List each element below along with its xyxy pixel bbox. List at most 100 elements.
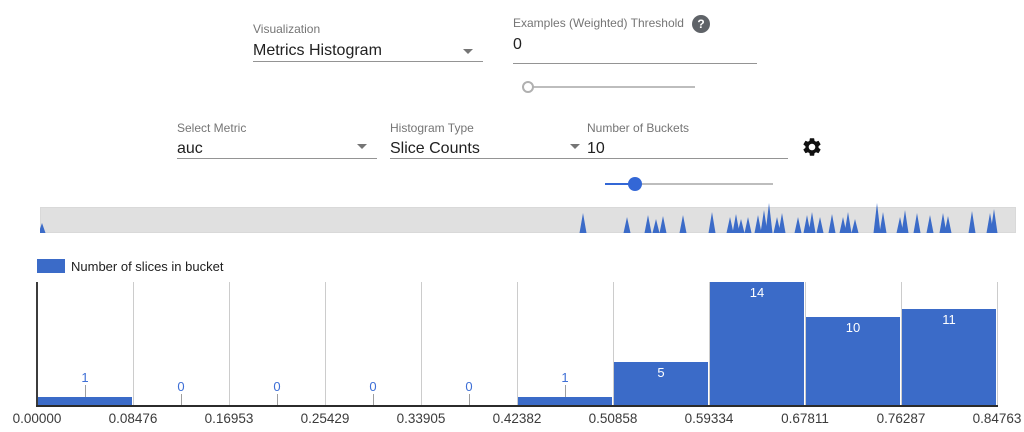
overview-spike — [680, 215, 687, 233]
annotation-stem — [373, 394, 374, 406]
overview-spike — [709, 212, 716, 233]
slider-knob[interactable] — [628, 177, 642, 191]
histogram-bar[interactable] — [902, 309, 996, 406]
annotation-stem — [565, 385, 566, 397]
x-axis-tick-label: 0.42382 — [469, 411, 565, 426]
bar-value-label: 0 — [161, 379, 201, 394]
histogram-bar[interactable] — [614, 362, 708, 406]
num-buckets-label: Number of Buckets — [587, 121, 788, 135]
gridline — [133, 282, 134, 406]
gridline — [421, 282, 422, 406]
overview-spike — [766, 203, 773, 233]
chevron-down-icon[interactable] — [357, 144, 367, 149]
overview-spike — [645, 215, 652, 233]
histogram-bar[interactable] — [710, 282, 804, 406]
gear-icon — [801, 136, 823, 158]
bar-value-label: 1 — [545, 370, 585, 385]
histogram-bar[interactable] — [38, 397, 132, 406]
annotation-stem — [277, 394, 278, 406]
y-axis-line — [36, 282, 38, 406]
overview-spike — [852, 219, 859, 233]
chart-legend: Number of slices in bucket — [37, 258, 223, 274]
gridline — [229, 282, 230, 406]
field-underline — [587, 158, 788, 159]
overview-spike — [914, 213, 921, 233]
x-axis-tick-label: 0.67811 — [757, 411, 853, 426]
overview-spike — [653, 219, 660, 233]
overview-spike — [945, 216, 952, 233]
threshold-field: Examples (Weighted) Threshold — [513, 16, 757, 30]
histogram-bar[interactable] — [518, 397, 612, 406]
overview-spike — [795, 217, 802, 233]
visualization-label: Visualization — [253, 22, 483, 36]
num-buckets-field: Number of Buckets — [587, 119, 788, 135]
slider-knob[interactable] — [522, 81, 534, 93]
select-metric-label: Select Metric — [177, 121, 377, 135]
overview-spikes — [40, 200, 1016, 234]
overview-spike — [755, 215, 762, 233]
overview-spike — [624, 217, 631, 233]
histogram-bar[interactable] — [806, 317, 900, 406]
overview-spike — [580, 213, 587, 233]
overview-spike — [809, 212, 816, 233]
overview-spike — [817, 217, 824, 233]
x-axis-tick-label: 0.33905 — [373, 411, 469, 426]
overview-spike — [845, 212, 852, 233]
annotation-stem — [469, 394, 470, 406]
overview-spike — [40, 223, 46, 233]
bar-value-label: 0 — [449, 379, 489, 394]
threshold-input[interactable] — [513, 36, 757, 54]
x-axis-tick-label: 0.00000 — [0, 411, 85, 426]
bar-value-label: 0 — [257, 379, 297, 394]
x-axis-tick-label: 0.59334 — [661, 411, 757, 426]
overview-spike — [727, 217, 734, 233]
x-axis-tick-label: 0.08476 — [85, 411, 181, 426]
overview-spike — [880, 212, 887, 233]
gridline — [325, 282, 326, 406]
x-axis-tick-label: 0.25429 — [277, 411, 373, 426]
visualization-dropdown[interactable]: Visualization Metrics Histogram — [253, 22, 483, 36]
annotation-stem — [181, 394, 182, 406]
threshold-label: Examples (Weighted) Threshold — [513, 16, 757, 30]
overview-spike — [902, 210, 909, 233]
legend-swatch — [37, 259, 65, 273]
x-axis-tick-label: 0.84763 — [949, 411, 1024, 426]
chevron-down-icon[interactable] — [463, 49, 473, 54]
x-axis-tick-label: 0.50858 — [565, 411, 661, 426]
gridline — [997, 282, 998, 406]
slider-track[interactable] — [528, 86, 695, 88]
overview-spike — [991, 209, 998, 233]
field-underline — [253, 61, 483, 62]
annotation-stem — [85, 385, 86, 397]
histogram-type-label: Histogram Type — [390, 121, 590, 135]
select-metric-value[interactable]: auc — [177, 140, 377, 158]
histogram-type-dropdown[interactable]: Histogram Type Slice Counts — [390, 119, 590, 135]
settings-gear-icon[interactable] — [801, 136, 823, 158]
visualization-value[interactable]: Metrics Histogram — [253, 42, 483, 60]
num-buckets-slider[interactable] — [598, 176, 773, 190]
gridline — [517, 282, 518, 406]
overview-spike — [829, 214, 836, 233]
help-icon[interactable]: ? — [692, 15, 710, 33]
overview-spike — [927, 215, 934, 233]
field-underline — [390, 158, 590, 159]
legend-label: Number of slices in bucket — [71, 259, 223, 274]
threshold-slider[interactable] — [522, 81, 695, 93]
metrics-histogram-page: Visualization Metrics Histogram Examples… — [0, 0, 1024, 432]
bar-value-label: 1 — [65, 370, 105, 385]
field-underline — [177, 158, 377, 159]
overview-spike — [660, 216, 667, 233]
num-buckets-input[interactable] — [587, 140, 788, 158]
select-metric-dropdown[interactable]: Select Metric auc — [177, 119, 377, 135]
histogram-type-value[interactable]: Slice Counts — [390, 140, 590, 158]
x-axis-tick-label: 0.76287 — [853, 411, 949, 426]
bar-value-label: 0 — [353, 379, 393, 394]
overview-spike — [745, 217, 752, 233]
metric-overview-strip[interactable] — [40, 200, 1016, 234]
chevron-down-icon[interactable] — [570, 144, 580, 149]
overview-spike — [969, 211, 976, 233]
overview-spike — [779, 213, 786, 233]
x-axis-tick-label: 0.16953 — [181, 411, 277, 426]
overview-spike — [738, 219, 745, 233]
overview-spike — [874, 203, 881, 233]
